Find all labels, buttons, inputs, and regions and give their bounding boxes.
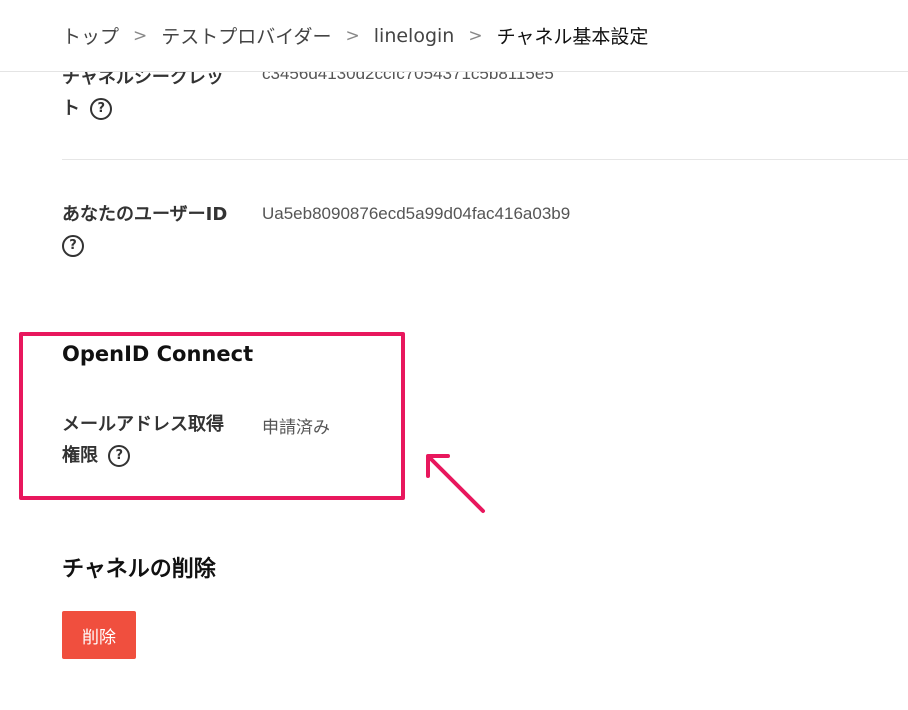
chevron-right-icon: >: [345, 25, 360, 46]
help-icon[interactable]: ?: [62, 235, 84, 257]
help-icon[interactable]: ?: [90, 98, 113, 120]
breadcrumb-item-provider[interactable]: テストプロバイダー: [161, 22, 331, 49]
email-permission-label: メールアドレス取得 権限 ?: [62, 409, 247, 471]
email-permission-label-line1: メールアドレス取得: [62, 414, 224, 435]
openid-connect-title: OpenID Connect: [62, 342, 254, 366]
email-permission-status: 申請済み: [262, 418, 330, 438]
delete-channel-title: チャネルの削除: [62, 557, 216, 582]
annotation-arrow-icon: [426, 454, 485, 513]
breadcrumb-item-top[interactable]: トップ: [62, 22, 119, 49]
delete-button[interactable]: 削除: [62, 611, 136, 659]
user-id-value: Ua5eb8090876ecd5a99d04fac416a03b9: [262, 204, 571, 223]
divider: [62, 159, 908, 160]
breadcrumb-item-channel[interactable]: linelogin: [374, 25, 455, 47]
help-icon[interactable]: ?: [108, 445, 131, 467]
user-id-label-text: あなたのユーザーID: [62, 204, 228, 225]
chevron-right-icon: >: [133, 25, 148, 46]
chevron-right-icon: >: [468, 25, 483, 46]
email-permission-label-line2: 権限: [62, 445, 98, 466]
channel-secret-label-line2: ト: [62, 98, 80, 119]
breadcrumb-item-current: チャネル基本設定: [496, 26, 649, 48]
breadcrumb: トップ > テストプロバイダー > linelogin > チャネル基本設定: [0, 0, 908, 72]
user-id-label: あなたのユーザーID ?: [62, 199, 247, 261]
